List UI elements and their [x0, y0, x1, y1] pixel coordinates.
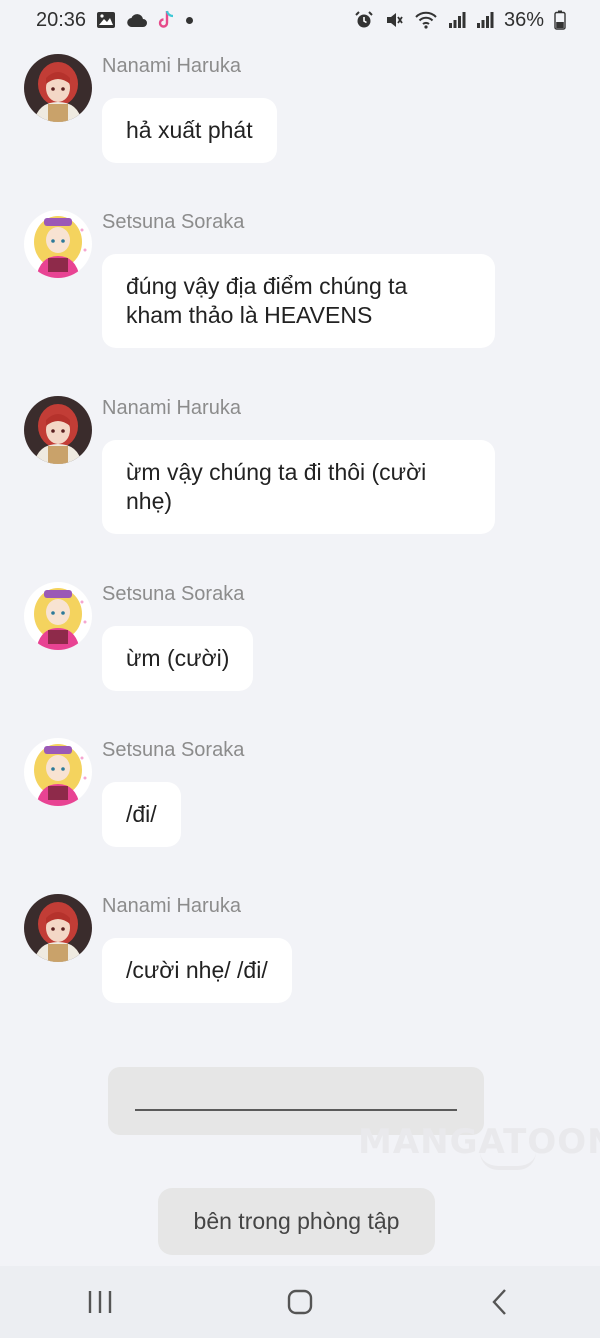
home-icon: [287, 1289, 313, 1315]
red-hair-avatar[interactable]: [24, 54, 92, 122]
message-line: nhẹ): [126, 488, 173, 514]
message-bubble: ừm (cười): [102, 626, 254, 691]
blonde-avatar[interactable]: [24, 582, 92, 650]
red-hair-avatar[interactable]: [24, 396, 92, 464]
sender-name: Nanami Haruka: [102, 55, 241, 77]
message-bubble: ừm vậy chúng ta đi thôi (cười nhẹ): [102, 440, 495, 534]
red-hair-avatar[interactable]: [24, 894, 92, 962]
sender-name: Setsuna Soraka: [102, 211, 245, 233]
message-line: ừm vậy chúng ta đi thôi (cười: [126, 459, 427, 485]
message-bubble: hả xuất phát: [102, 98, 277, 163]
message-bubble: đúng vậy địa điểm chúng ta kham thảo là …: [102, 254, 495, 348]
alarm-icon: [354, 10, 374, 30]
message-bubble: /đi/: [102, 782, 181, 847]
status-right: 36%: [354, 9, 566, 32]
sender-name: Nanami Haruka: [102, 397, 241, 419]
wifi-icon: [414, 10, 438, 30]
signal-icon: [476, 11, 494, 29]
home-button[interactable]: [270, 1277, 330, 1327]
navigation-bar: [0, 1266, 600, 1338]
input-underline: [135, 1109, 457, 1111]
status-left: 20:36: [36, 8, 194, 32]
tiktok-icon: [158, 10, 176, 30]
image-icon: [96, 11, 116, 29]
message-line: hả xuất phát: [126, 117, 253, 143]
message-line: /cười nhẹ/ /đi/: [126, 957, 268, 983]
cloud-icon: [126, 12, 148, 28]
battery-percent: 36%: [503, 8, 544, 31]
signal-icon: [448, 11, 466, 29]
back-icon: [492, 1289, 506, 1315]
sender-name: Setsuna Soraka: [102, 739, 245, 761]
battery-icon: [554, 10, 566, 30]
dot-icon: [186, 16, 194, 24]
status-time: 20:36: [36, 8, 87, 31]
choice-button[interactable]: bên trong phòng tập: [158, 1188, 435, 1255]
status-bar: 20:36 36%: [0, 0, 600, 40]
blonde-avatar[interactable]: [24, 738, 92, 806]
blonde-avatar[interactable]: [24, 210, 92, 278]
sender-name: Nanami Haruka: [102, 895, 241, 917]
back-button[interactable]: [470, 1277, 530, 1327]
recent-apps-icon: [88, 1291, 112, 1313]
recent-apps-button[interactable]: [70, 1277, 130, 1327]
mute-icon: [384, 10, 404, 30]
message-line: kham thảo là HEAVENS: [126, 302, 373, 328]
watermark-logo: MANGATOON: [358, 1122, 600, 1162]
sender-name: Setsuna Soraka: [102, 583, 245, 605]
message-line: đúng vậy địa điểm chúng ta: [126, 273, 408, 299]
message-line: /đi/: [126, 801, 157, 827]
message-line: ừm (cười): [126, 645, 230, 671]
message-bubble: /cười nhẹ/ /đi/: [102, 938, 292, 1003]
watermark-smile-icon: [480, 1152, 536, 1170]
